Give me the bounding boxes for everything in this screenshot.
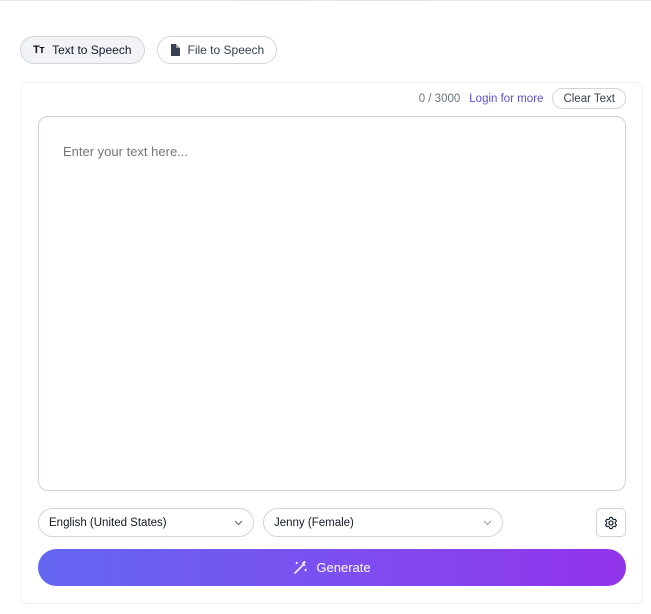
tab-file-to-speech[interactable]: File to Speech xyxy=(156,36,278,64)
editor-toolbar: 0 / 3000 Login for more Clear Text xyxy=(419,88,626,109)
language-select[interactable]: English (United States) xyxy=(38,508,254,537)
gear-icon xyxy=(604,516,618,529)
mode-tabs: Tт Text to Speech File to Speech xyxy=(20,36,278,64)
tab-label: Text to Speech xyxy=(52,43,132,57)
text-input[interactable] xyxy=(38,116,626,491)
magic-wand-icon xyxy=(294,560,308,574)
char-counter: 0 / 3000 xyxy=(418,92,461,105)
voice-select[interactable]: Jenny (Female) xyxy=(263,508,503,537)
generate-label: Generate xyxy=(316,560,371,575)
clear-text-button[interactable]: Clear Text xyxy=(552,88,626,109)
top-tab-fragment[interactable] xyxy=(334,0,428,1)
language-value: English (United States) xyxy=(49,516,167,529)
settings-button[interactable] xyxy=(596,508,626,537)
chevron-down-icon xyxy=(483,520,492,525)
top-divider xyxy=(0,0,651,1)
text-icon: Tт xyxy=(33,44,45,56)
tab-label: File to Speech xyxy=(187,43,265,57)
voice-value: Jenny (Female) xyxy=(274,516,354,529)
file-icon xyxy=(170,44,180,56)
generate-button[interactable]: Generate xyxy=(38,549,626,586)
top-tab-fragment[interactable] xyxy=(236,0,310,1)
chevron-down-icon xyxy=(234,520,243,525)
tab-text-to-speech[interactable]: Tт Text to Speech xyxy=(20,36,145,64)
login-link[interactable]: Login for more xyxy=(469,93,543,105)
